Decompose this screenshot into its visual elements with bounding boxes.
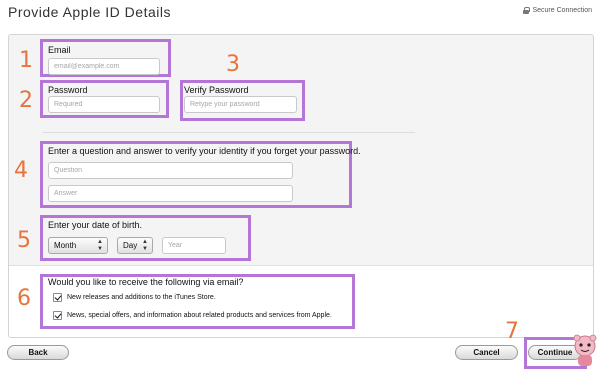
verify-password-field[interactable] xyxy=(184,96,297,113)
page-title: Provide Apple ID Details xyxy=(8,4,171,20)
step-number-2: 2 xyxy=(19,88,33,113)
select-arrows-icon: ▲ ▼ xyxy=(97,238,103,252)
secure-connection: Secure Connection xyxy=(523,7,592,14)
step-number-3: 3 xyxy=(226,52,240,77)
birth-date-label: Enter your date of birth. xyxy=(48,220,143,230)
month-select-value: Month xyxy=(54,241,77,250)
email-field[interactable] xyxy=(48,58,160,75)
step-number-4: 4 xyxy=(14,158,28,183)
step-number-6: 6 xyxy=(17,286,31,311)
email-preferences-label: Would you like to receive the following … xyxy=(48,277,244,287)
step-number-1: 1 xyxy=(19,48,33,73)
preference-option-label: News, special offers, and information ab… xyxy=(67,312,332,319)
cancel-button[interactable]: Cancel xyxy=(455,345,518,360)
checkbox-apple-news[interactable] xyxy=(53,311,62,320)
back-button[interactable]: Back xyxy=(7,345,69,360)
lock-icon xyxy=(523,7,531,14)
checkbox-new-releases[interactable] xyxy=(53,293,62,302)
day-select-value: Day xyxy=(123,241,138,250)
section-divider xyxy=(43,132,415,133)
email-label: Email xyxy=(48,45,71,55)
preference-option-label: New releases and additions to the iTunes… xyxy=(67,294,216,301)
verify-password-label: Verify Password xyxy=(184,85,249,95)
password-field[interactable] xyxy=(48,96,160,113)
answer-field[interactable] xyxy=(48,185,293,202)
select-arrows-icon: ▲ ▼ xyxy=(142,238,148,252)
step-number-7: 7 xyxy=(505,319,519,344)
month-select[interactable]: Month ▲ ▼ xyxy=(48,237,108,254)
preference-option-apple-news[interactable]: News, special offers, and information ab… xyxy=(53,311,332,320)
question-field[interactable] xyxy=(48,162,293,179)
year-field[interactable] xyxy=(162,237,226,254)
security-question-label: Enter a question and answer to verify yo… xyxy=(48,146,361,156)
secure-connection-label: Secure Connection xyxy=(532,7,592,14)
password-label: Password xyxy=(48,85,88,95)
step-number-5: 5 xyxy=(17,228,31,253)
day-select[interactable]: Day ▲ ▼ xyxy=(117,237,153,254)
mascot-icon xyxy=(573,334,597,366)
preference-option-itunes[interactable]: New releases and additions to the iTunes… xyxy=(53,293,216,302)
